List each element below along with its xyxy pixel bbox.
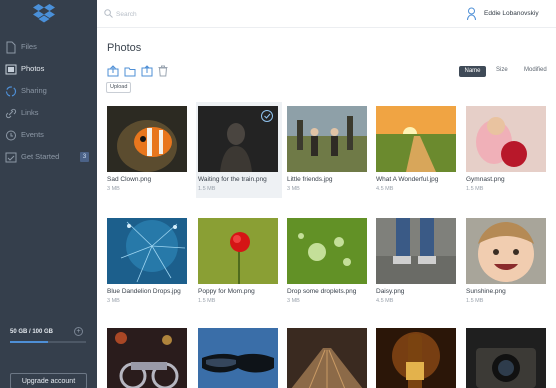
add-storage-icon[interactable]: + — [74, 327, 83, 336]
photo-name: Drop some droplets.png — [287, 288, 357, 295]
sidebar-item-label: Events — [21, 130, 44, 139]
photo-thumbnail — [466, 218, 546, 284]
events-icon — [6, 130, 16, 141]
upgrade-account-button[interactable]: Upgrade account — [10, 373, 87, 388]
photo-name: Waiting for the train.png — [198, 176, 267, 183]
storage-quota-fill — [10, 341, 48, 343]
sort-by-modified-button[interactable]: Modified — [524, 67, 547, 73]
photo-size: 1.5 MB — [198, 298, 216, 304]
photo-thumbnail — [466, 328, 546, 388]
photo-size: 3 MB — [287, 298, 300, 304]
search-icon — [104, 9, 113, 18]
sharing-icon — [5, 86, 17, 97]
photo-size: 3 MB — [287, 186, 300, 192]
sidebar-item-label: Files — [21, 42, 37, 51]
search-input[interactable] — [116, 8, 266, 20]
link-icon — [5, 108, 17, 119]
photo-thumbnail — [287, 106, 367, 172]
delete-icon[interactable] — [158, 65, 168, 77]
storage-quota-text: 50 GB / 100 GB — [10, 329, 54, 335]
photo-thumbnail — [466, 106, 546, 172]
photo-name: Sad Clown.png — [107, 176, 152, 183]
photo-size: 4.5 MB — [376, 186, 394, 192]
photo-thumbnail — [107, 218, 187, 284]
sidebar-item-label: Links — [21, 108, 39, 117]
get-started-icon — [5, 152, 17, 163]
sidebar-item-events[interactable]: Events — [0, 126, 97, 146]
photo-thumbnail — [107, 328, 187, 388]
upload-icon[interactable] — [107, 65, 119, 77]
storage-quota-bar — [10, 341, 86, 343]
photo-size: 1.5 MB — [466, 298, 484, 304]
sort-by-name-button[interactable]: Name — [459, 66, 486, 77]
sidebar-item-files[interactable]: Files — [0, 38, 97, 58]
sidebar-item-sharing[interactable]: Sharing — [0, 82, 97, 102]
sort-by-size-button[interactable]: Size — [496, 67, 508, 73]
photo-size: 4.5 MB — [376, 298, 394, 304]
sidebar-item-label: Sharing — [21, 86, 47, 95]
photo-thumbnail — [376, 106, 456, 172]
photo-thumbnail — [287, 218, 367, 284]
photo-thumbnail — [198, 328, 278, 388]
photo-name: Sunshine.png — [466, 288, 506, 295]
photos-icon — [5, 64, 17, 75]
photo-thumbnail — [287, 328, 367, 388]
photo-size: 3 MB — [107, 298, 120, 304]
new-folder-icon[interactable] — [124, 65, 136, 77]
photo-name: Poppy for Mom.png — [198, 288, 255, 295]
dropbox-logo[interactable] — [33, 4, 55, 24]
photo-name: Gymnast.png — [466, 176, 505, 183]
page-title: Photos — [107, 42, 142, 54]
file-icon — [6, 41, 16, 54]
user-avatar-icon[interactable] — [467, 7, 476, 21]
photo-thumbnail — [198, 218, 278, 284]
sidebar-item-get-started[interactable]: Get Started 3 — [0, 148, 97, 168]
photo-size: 1.5 MB — [198, 186, 216, 192]
photo-size: 1.5 MB — [466, 186, 484, 192]
photo-name: Blue Dandelion Drops.jpg — [107, 288, 181, 295]
photo-name: What A Wonderful.jpg — [376, 176, 439, 183]
sidebar-item-label: Get Started — [21, 152, 60, 161]
selected-check-icon[interactable] — [261, 110, 273, 122]
get-started-badge: 3 — [80, 152, 89, 162]
photo-name: Daisy.png — [376, 288, 405, 295]
user-name[interactable]: Eddie Lobanovskiy — [484, 10, 539, 17]
photo-name: Little friends.jpg — [287, 176, 333, 183]
photo-thumbnail — [376, 328, 456, 388]
upload-tooltip: Upload — [106, 82, 132, 93]
photo-size: 3 MB — [107, 186, 120, 192]
sidebar-item-label: Photos — [21, 64, 45, 73]
topbar: Eddie Lobanovskiy — [97, 0, 556, 28]
sidebar: Files Photos Sharing Links Events Get St… — [0, 0, 97, 388]
photo-thumbnail — [107, 106, 187, 172]
share-icon[interactable] — [141, 65, 153, 77]
sidebar-item-photos[interactable]: Photos — [0, 60, 97, 80]
sidebar-item-links[interactable]: Links — [0, 104, 97, 124]
photo-thumbnail — [376, 218, 456, 284]
